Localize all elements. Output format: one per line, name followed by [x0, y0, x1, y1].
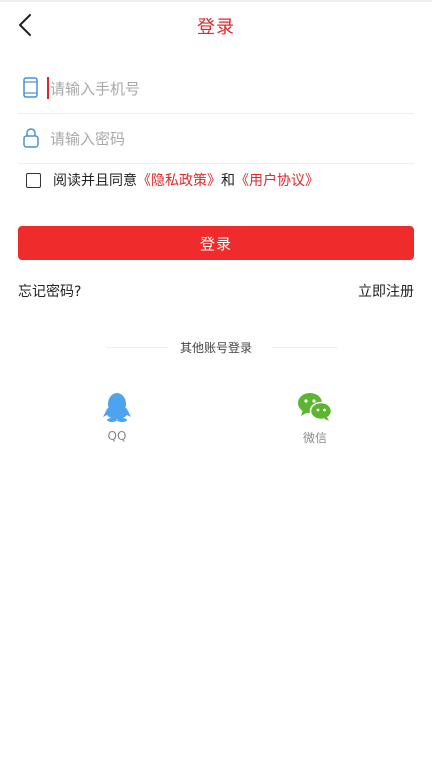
login-page: 登录 阅读并且同意 《隐私政策》 和 《用户协议》 登录 忘记密码? 立即注册 … [0, 0, 432, 768]
header: 登录 [0, 2, 432, 48]
wechat-label: 微信 [302, 431, 327, 445]
phone-field-row [18, 63, 414, 114]
phone-input[interactable] [48, 73, 402, 105]
user-agreement-link[interactable]: 《用户协议》 [235, 170, 319, 190]
agreement-checkbox[interactable] [26, 172, 41, 188]
forgot-password-link[interactable]: 忘记密码? [18, 281, 81, 301]
privacy-policy-link[interactable]: 《隐私政策》 [137, 170, 221, 190]
wechat-icon [298, 393, 333, 421]
lock-icon [23, 128, 39, 148]
agreement-prefix: 阅读并且同意 [53, 173, 137, 189]
qq-icon [103, 393, 131, 422]
other-login-title: 其他账号登录 [179, 341, 252, 355]
wechat-login-button[interactable]: 微信 [275, 392, 355, 446]
page-title: 登录 [197, 17, 235, 38]
phone-icon [23, 77, 38, 98]
agreement-row: 阅读并且同意 《隐私政策》 和 《用户协议》 [26, 168, 319, 192]
login-button[interactable]: 登录 [18, 226, 414, 260]
qq-label: QQ [107, 429, 127, 443]
password-field-row [18, 113, 414, 164]
password-input[interactable] [48, 123, 402, 155]
qq-login-button[interactable]: QQ [77, 392, 157, 443]
divider-right [272, 347, 338, 348]
register-link[interactable]: 立即注册 [358, 281, 414, 301]
agreement-connector: 和 [221, 173, 235, 189]
